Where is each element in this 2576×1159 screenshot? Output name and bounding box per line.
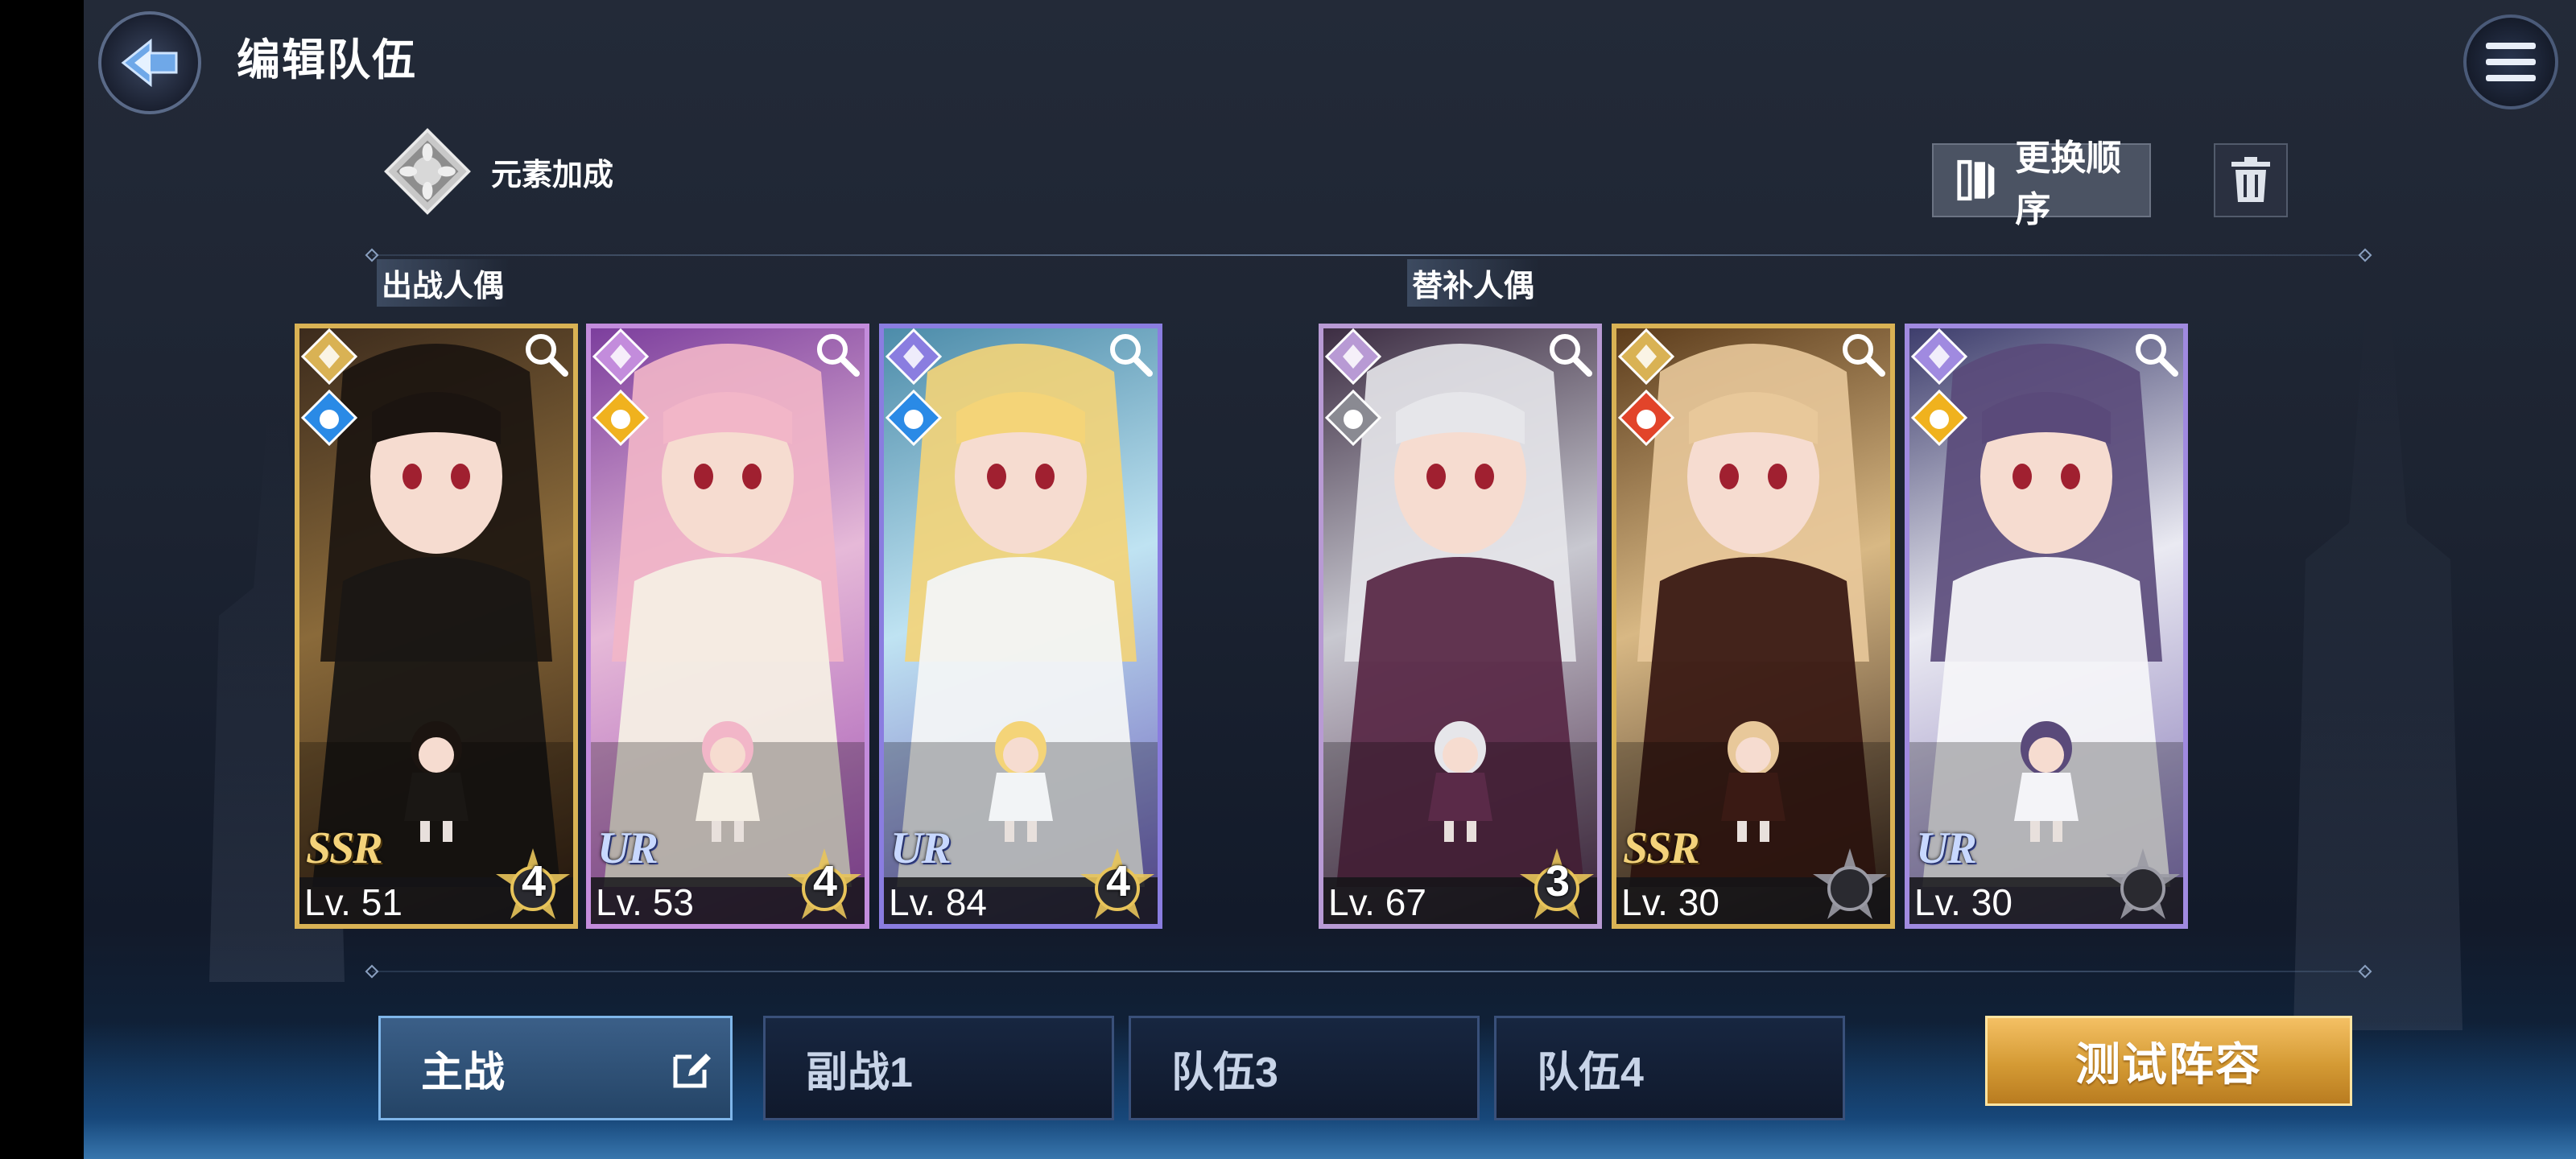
back-arrow-icon: [121, 38, 178, 88]
main-dolls-label: 出战人偶: [377, 259, 510, 307]
doll-card[interactable]: SSR Lv. 30: [1612, 324, 1895, 929]
game-screen: 编辑队伍 元素加成 更换顺序 出战人偶 替补人偶 SSR Lv. 51 4 UR…: [84, 0, 2576, 1159]
back-button[interactable]: [98, 11, 201, 114]
reorder-label: 更换顺序: [2015, 138, 2122, 229]
bottom-divider: [372, 971, 2365, 972]
tab-team-3[interactable]: 队伍3: [1129, 1016, 1480, 1120]
element-bonus-icon: [383, 127, 472, 216]
doll-card[interactable]: UR Lv. 30: [1905, 324, 2188, 929]
card-frame: [586, 324, 869, 929]
top-divider: [372, 254, 2365, 256]
doll-card[interactable]: UR Lv. 84 4: [879, 324, 1162, 929]
card-frame: [1612, 324, 1895, 929]
tab-team-4[interactable]: 队伍4: [1494, 1016, 1845, 1120]
doll-card[interactable]: SSR Lv. 51 4: [295, 324, 578, 929]
background-castle-right: [2293, 306, 2462, 1030]
tab-label: 队伍3: [1171, 1049, 1278, 1096]
element-bonus[interactable]: 元素加成: [383, 127, 613, 216]
page-title: 编辑队伍: [237, 36, 417, 85]
tab-label: 副战1: [806, 1049, 913, 1096]
card-frame: [295, 324, 578, 929]
hamburger-menu-icon: [2486, 43, 2536, 81]
card-frame: [1319, 324, 1602, 929]
test-lineup-button[interactable]: 测试阵容: [1985, 1016, 2352, 1106]
trash-button[interactable]: [2214, 143, 2288, 217]
sub-dolls-label: 替补人偶: [1407, 259, 1540, 307]
tab-main-battle[interactable]: 主战: [378, 1016, 733, 1120]
card-frame: [1905, 324, 2188, 929]
trash-icon: [2231, 157, 2270, 202]
reorder-button[interactable]: 更换顺序: [1932, 138, 2151, 229]
tab-label: 主战: [421, 1049, 506, 1096]
tab-label: 队伍4: [1537, 1049, 1644, 1096]
element-bonus-label: 元素加成: [491, 158, 614, 192]
menu-button[interactable]: [2463, 14, 2558, 109]
doll-card[interactable]: UR Lv. 53 4: [586, 324, 869, 929]
test-lineup-label: 测试阵容: [2075, 1038, 2262, 1090]
doll-card[interactable]: Lv. 67 3: [1319, 324, 1602, 929]
edit-icon[interactable]: [667, 1046, 716, 1094]
tab-sub-battle-1[interactable]: 副战1: [763, 1016, 1114, 1120]
card-frame: [879, 324, 1162, 929]
reorder-icon: [1957, 159, 1995, 201]
